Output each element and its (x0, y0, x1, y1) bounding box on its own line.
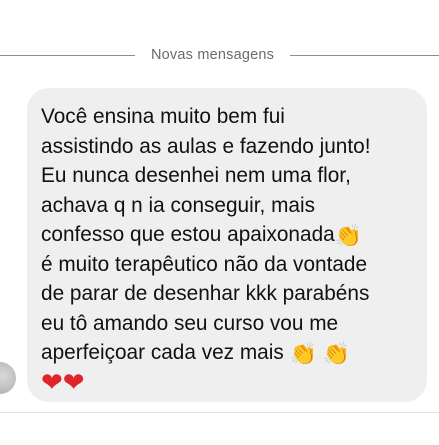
message-text: é muito terapêutico não da vontade (41, 252, 368, 276)
message-text: eu tô amando seu curso vou me (41, 311, 339, 335)
message-line: aperfeiçoar cada vez mais 👏 👏 (41, 338, 413, 368)
divider-line-right (290, 54, 439, 56)
clapping-hands-icon: 👏 (289, 342, 317, 367)
message-line: assistindo as aulas e fazendo junto! (41, 132, 413, 162)
message-text: assistindo as aulas e fazendo junto! (41, 134, 371, 158)
message-line: achava q n ia conseguir, mais (41, 191, 413, 221)
message-line: ❤❤ (41, 368, 413, 398)
message-line: confesso que estou apaixonada👏 (41, 220, 413, 250)
message-line: Você ensina muito bem fui (41, 102, 413, 132)
new-messages-label: Novas mensagens (151, 47, 275, 63)
message-text: achava q n ia conseguir, mais (41, 193, 315, 217)
message-text: Você ensina muito bem fui (41, 105, 285, 128)
new-messages-divider: Novas mensagens (0, 40, 439, 70)
message-text: de parar de desenhar kkk parabéns (41, 282, 370, 305)
message-text: confesso que estou apaixonada (41, 223, 335, 246)
message-line: de parar de desenhar kkk parabéns (41, 279, 413, 309)
message-line: eu tô amando seu curso vou me (41, 309, 413, 339)
avatar[interactable] (0, 362, 16, 394)
message-bubble[interactable]: Você ensina muito bem fui assistindo as … (27, 88, 427, 402)
message-line: Eu nunca desenhei nem uma flor, (41, 161, 413, 191)
red-heart-icon: ❤ (62, 367, 85, 398)
bottom-divider (0, 412, 439, 413)
message-text: Eu nunca desenhei nem uma flor, (41, 164, 351, 187)
clapping-hands-icon: 👏 (334, 224, 363, 249)
message-line: é muito terapêutico não da vontade (41, 250, 413, 280)
message-text: aperfeiçoar cada vez mais (41, 341, 284, 364)
chat-screen: Novas mensagens Você ensina muito bem fu… (0, 0, 439, 445)
divider-line-left (0, 54, 135, 56)
clapping-hands-icon: 👏 (322, 342, 351, 367)
red-heart-icon: ❤ (41, 367, 63, 398)
